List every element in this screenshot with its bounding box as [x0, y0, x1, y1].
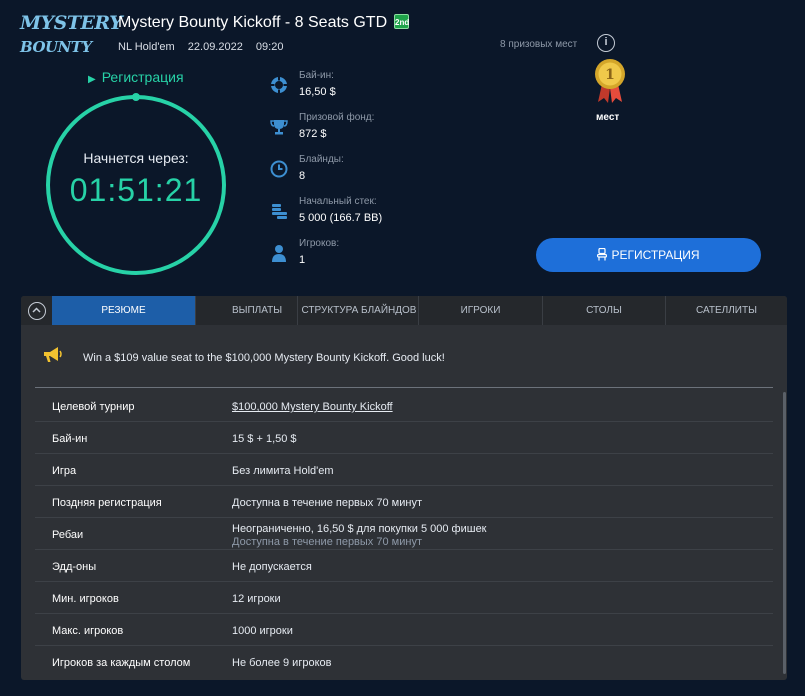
row-value-secondary: Доступна в течение первых 70 минут: [232, 536, 422, 548]
logo-line-1: MYSTERY: [20, 12, 123, 34]
logo-line-2: BOUNTY: [20, 38, 92, 56]
row-key: Целевой турнир: [52, 401, 135, 413]
registration-status: ▶ Регистрация: [88, 69, 184, 85]
medal-number: 1: [605, 67, 615, 83]
info-icon[interactable]: i: [597, 34, 615, 52]
row-value: Без лимита Hold'em: [232, 465, 334, 477]
blinds-info: Блайнды: 8: [270, 154, 470, 188]
row-key: Игра: [52, 465, 77, 477]
table-row: Мин. игроков 12 игроки: [35, 583, 773, 614]
start-time: 09:20: [255, 41, 284, 53]
chevron-up-icon: [32, 307, 41, 313]
row-value: 15 $ + 1,50 $: [232, 433, 297, 445]
starting-stack-label: Начальный стек:: [299, 196, 377, 207]
tab-tables[interactable]: СТОЛЫ: [542, 296, 665, 325]
players-info: Игроков: 1: [270, 238, 470, 272]
table-row: Игроков за каждым столом Не более 9 игро…: [35, 647, 773, 678]
tab-players[interactable]: ИГРОКИ: [418, 296, 542, 325]
row-value: Доступна в течение первых 70 минут: [232, 497, 422, 509]
row-key: Бай-ин: [52, 433, 88, 445]
tournament-title: Mystery Bounty Kickoff - 8 Seats GTD: [118, 14, 388, 31]
place-label: мест: [596, 112, 620, 123]
starting-stack-value: 5 000 (166.7 BB): [299, 212, 383, 224]
buyin-value: 16,50 $: [299, 86, 336, 98]
megaphone-icon: [44, 347, 62, 362]
timer-ring-marker: [132, 93, 140, 101]
prize-pool-info: Призовой фонд: 872 $: [270, 112, 470, 146]
row-key: Ребаи: [52, 529, 84, 541]
row-key: Макс. игроков: [52, 625, 124, 637]
target-tournament-link[interactable]: $100,000 Mystery Bounty Kickoff: [232, 401, 393, 413]
buyin-info: Бай-ин: 16,50 $: [270, 70, 470, 104]
table-row: Целевой турнир $100,000 Mystery Bounty K…: [35, 391, 773, 422]
blinds-value: 8: [299, 170, 306, 182]
prize-pool-label: Призовой фонд:: [299, 112, 375, 123]
details-scrollbar[interactable]: [783, 392, 786, 674]
poker-chip-icon: [270, 76, 288, 94]
clock-icon: [270, 160, 288, 178]
collapse-button[interactable]: [28, 302, 46, 320]
timer-label: Начнется через:: [83, 150, 189, 166]
tournament-details-panel: РЕЗЮМЕ ВЫПЛАТЫ СТРУКТУРА БЛАЙНДОВ ИГРОКИ…: [21, 296, 787, 680]
tournament-meta: NL Hold'em 22.09.2022 09:20: [118, 41, 293, 53]
mystery-bounty-logo: MYSTERY BOUNTY: [20, 12, 123, 62]
row-value: Не допускается: [232, 561, 312, 573]
play-triangle-icon: ▶: [88, 74, 96, 85]
countdown-timer: Начнется через: 01:51:21: [43, 92, 229, 278]
tab-bar: РЕЗЮМЕ ВЫПЛАТЫ СТРУКТУРА БЛАЙНДОВ ИГРОКИ…: [21, 296, 787, 325]
table-row: Эдд-оны Не допускается: [35, 551, 773, 582]
table-row: Макс. игроков 1000 игроки: [35, 615, 773, 646]
row-key: Игроков за каждым столом: [52, 657, 191, 669]
row-value: 1000 игроки: [232, 625, 293, 637]
table-row: Бай-ин 15 $ + 1,50 $: [35, 423, 773, 454]
starting-stack-info: Начальный стек: 5 000 (166.7 BB): [270, 196, 470, 230]
table-row: Игра Без лимита Hold'em: [35, 455, 773, 486]
registration-status-label: Регистрация: [101, 69, 184, 85]
tab-satellites[interactable]: САТЕЛЛИТЫ: [665, 296, 787, 325]
start-date: 22.09.2022: [187, 41, 243, 53]
table-row: Поздняя регистрация Доступна в течение п…: [35, 487, 773, 518]
trophy-icon: [270, 120, 288, 135]
tab-summary[interactable]: РЕЗЮМЕ: [52, 296, 195, 325]
row-key: Эдд-оны: [52, 561, 97, 573]
blinds-label: Блайнды:: [299, 154, 344, 165]
seat-icon: [597, 247, 608, 261]
gold-medal-icon: 1: [595, 59, 625, 103]
players-value: 1: [299, 254, 306, 266]
announcement-text: Win a $109 value seat to the $100,000 My…: [83, 352, 445, 364]
prize-pool-value: 872 $: [299, 128, 327, 140]
player-icon: [272, 245, 286, 262]
register-button-label: РЕГИСТРАЦИЯ: [611, 248, 700, 262]
row-value: Неограниченно, 16,50 $ для покупки 5 000…: [232, 523, 487, 535]
row-value: Не более 9 игроков: [232, 657, 332, 669]
divider: [35, 387, 773, 388]
tab-blind-structure[interactable]: СТРУКТУРА БЛАЙНДОВ: [297, 296, 420, 325]
buyin-label: Бай-ин:: [299, 70, 334, 81]
second-chance-badge: 2nd: [394, 14, 409, 29]
timer-value: 01:51:21: [69, 172, 203, 208]
row-value: 12 игроки: [232, 593, 281, 605]
table-row: Ребаи Неограниченно, 16,50 $ для покупки…: [35, 519, 773, 550]
players-label: Игроков:: [299, 238, 340, 249]
chip-stack-icon: [272, 204, 287, 219]
game-type: NL Hold'em: [118, 41, 175, 53]
prize-places-label: 8 призовых мест: [500, 39, 578, 50]
register-button[interactable]: РЕГИСТРАЦИЯ: [536, 238, 761, 272]
row-key: Поздняя регистрация: [52, 497, 162, 509]
row-key: Мин. игроков: [52, 593, 119, 605]
